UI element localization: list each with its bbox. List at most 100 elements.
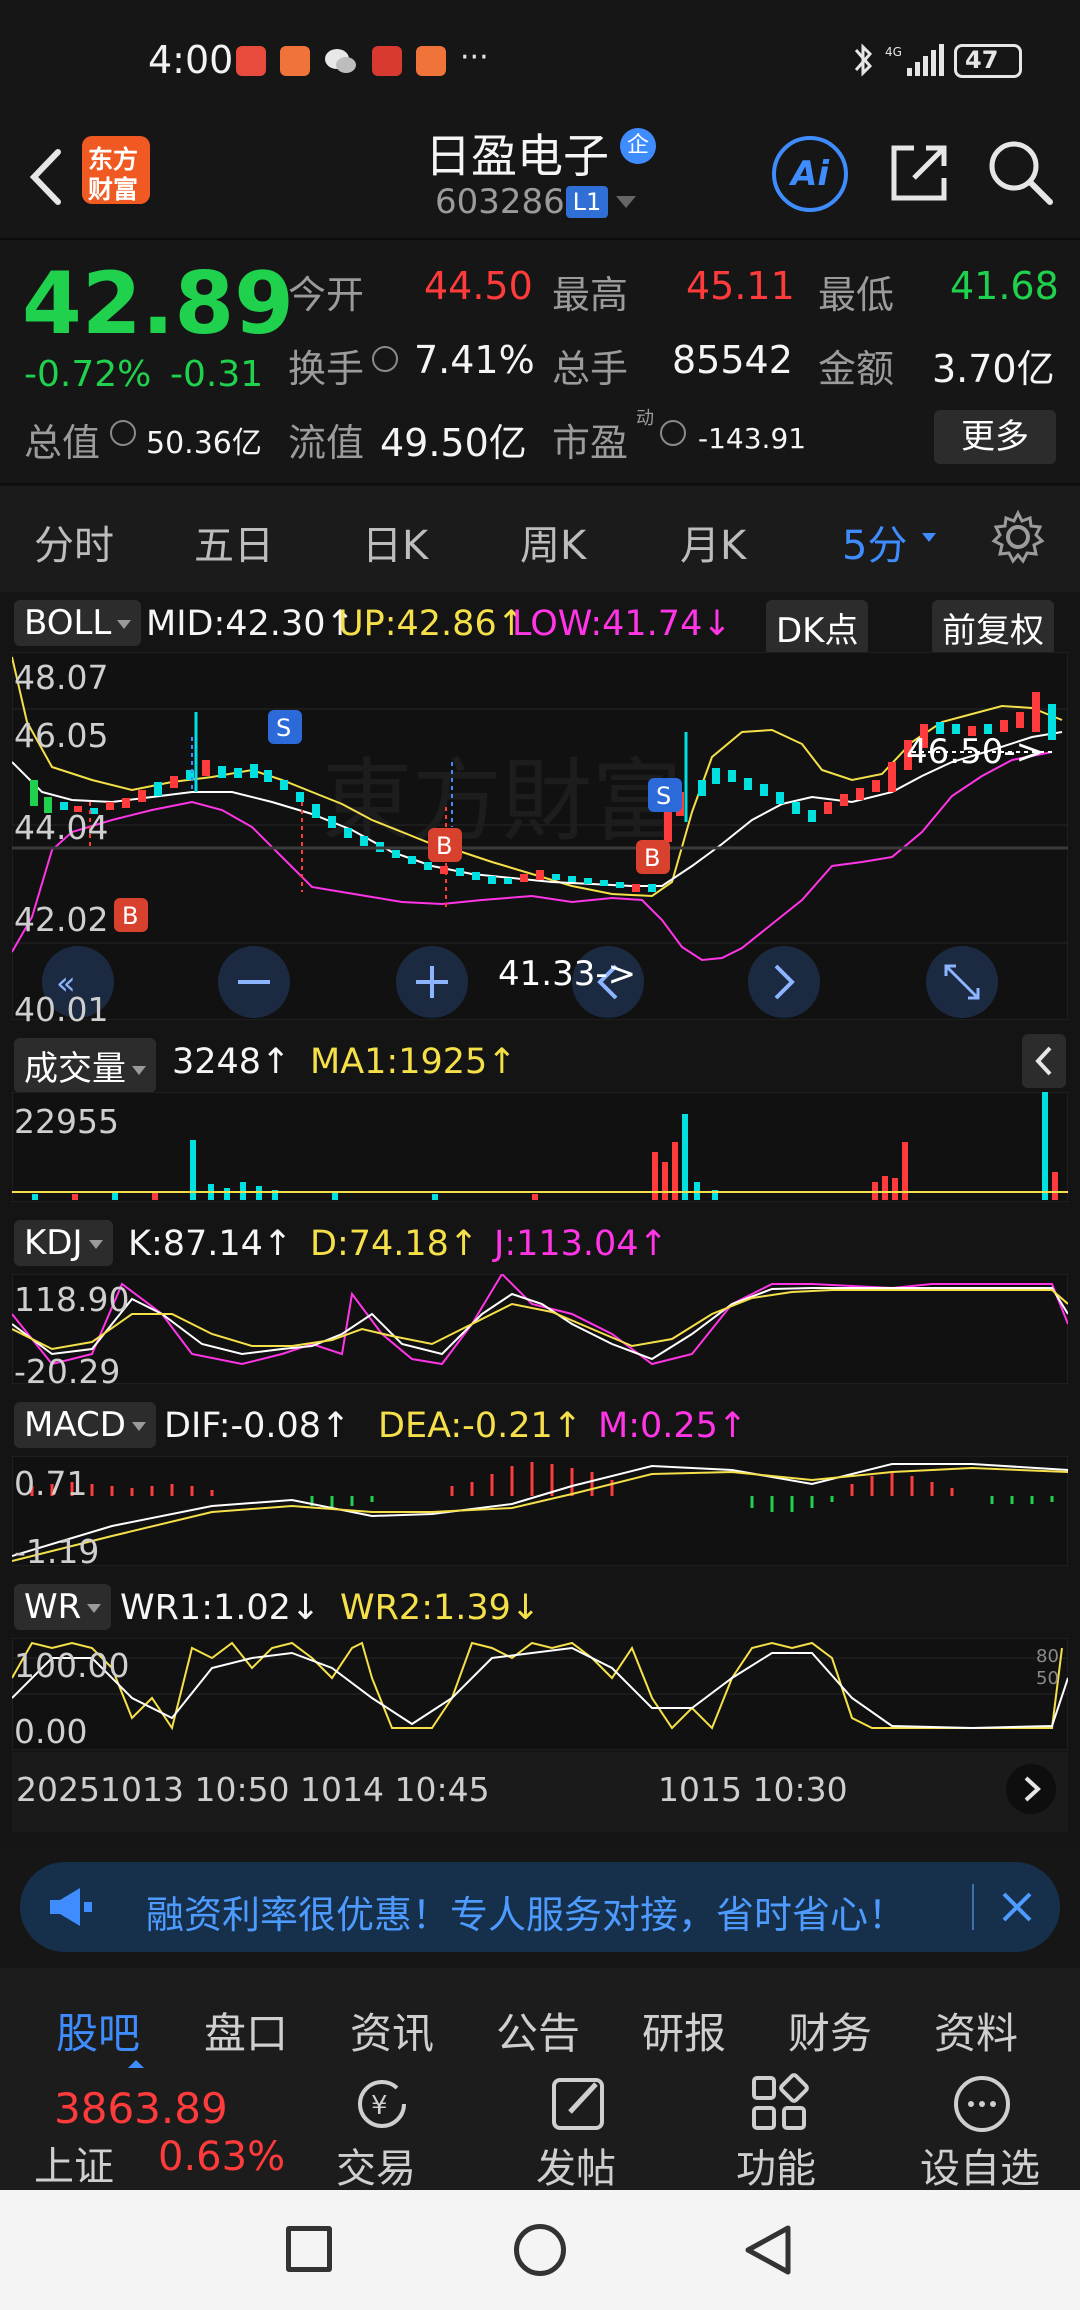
float-label: 流值: [288, 421, 365, 465]
bluetooth-icon: [850, 40, 876, 80]
edit-icon: [552, 2078, 604, 2130]
svg-text:B: B: [644, 844, 660, 872]
wr-wr2: WR2:1.39↓: [340, 1588, 541, 1628]
eastmoney-logo: 东方 财富: [82, 136, 150, 204]
change-pct: -0.72%: [24, 354, 152, 395]
pe-info-icon[interactable]: [660, 420, 686, 446]
low-label: 最低: [818, 273, 895, 317]
search-icon[interactable]: [984, 136, 1056, 208]
volume-ma1: MA1:1925↑: [310, 1042, 517, 1082]
notify2-app-icon: [416, 46, 446, 76]
mktcap-value: 50.36亿: [146, 426, 262, 461]
kdj-k: K:87.14↑: [128, 1224, 293, 1264]
trade-button[interactable]: ¥ 交易: [334, 2068, 434, 2192]
info-icon[interactable]: [372, 346, 398, 372]
time-axis: 20251013 10:50 1014 10:45 1015 10:30: [12, 1752, 1068, 1832]
watchlist-label: 设自选: [920, 2146, 1040, 2192]
wr-50-label: 50: [1036, 1668, 1059, 1689]
banner-divider: [972, 1884, 974, 1930]
dk-point-button[interactable]: DK点: [766, 600, 869, 655]
kdj-d: D:74.18↑: [310, 1224, 479, 1264]
tab-announcement[interactable]: 公告: [496, 2000, 580, 2061]
system-navigation-bar: [0, 2190, 1080, 2310]
macd-m: M:0.25↑: [598, 1406, 748, 1446]
settings-gear-icon[interactable]: [990, 509, 1046, 565]
index-value: 3863.89: [54, 2084, 228, 2133]
zoom-in-control: [396, 946, 468, 1018]
back-nav-icon[interactable]: [740, 2222, 796, 2278]
more-button[interactable]: 更多: [934, 410, 1056, 464]
fullscreen-control: [926, 946, 998, 1018]
stock-name: 日盈电子: [425, 129, 609, 183]
price-axis-3: 44.04: [14, 808, 109, 847]
promo-banner[interactable]: 融资利率很优惠！专人服务对接，省时省心！: [20, 1862, 1060, 1952]
kdj-top-label: 118.90: [14, 1280, 130, 1319]
huawei-app-icon: [236, 46, 266, 76]
change-value: -0.31: [170, 354, 264, 395]
volume-label: 总手: [552, 347, 629, 391]
svg-text:S: S: [656, 782, 671, 810]
wr-bottom-label: 0.00: [14, 1712, 88, 1751]
kdj-selector[interactable]: KDJ: [14, 1220, 113, 1266]
collapse-panel-button[interactable]: [1022, 1034, 1066, 1088]
back-icon[interactable]: [22, 142, 70, 212]
function-button[interactable]: 功能: [734, 2068, 834, 2192]
tab-daily[interactable]: 日K: [362, 513, 428, 571]
tab-profile[interactable]: 资料: [934, 2000, 1018, 2061]
ai-button[interactable]: Ai: [772, 136, 848, 212]
index-name: 上证: [34, 2144, 114, 2190]
tab-pankou[interactable]: 盘口: [204, 2000, 288, 2061]
adjust-button[interactable]: 前复权: [932, 600, 1054, 655]
trade-label: 交易: [336, 2146, 416, 2192]
tab-5min[interactable]: 5分: [842, 513, 907, 571]
price-axis-5: 40.01: [14, 990, 109, 1029]
trade-icon: ¥: [358, 2080, 406, 2128]
tab-guba[interactable]: 股吧: [56, 2000, 140, 2061]
play-forward-icon[interactable]: [1006, 1764, 1056, 1814]
turnover-value: 7.41%: [414, 338, 535, 382]
macd-selector[interactable]: MACD: [14, 1402, 156, 1448]
add-watchlist-button[interactable]: 设自选: [918, 2068, 1058, 2192]
mktcap-label: 总值: [24, 421, 101, 465]
post-button[interactable]: 发帖: [534, 2068, 634, 2192]
volume-max-label: 22955: [14, 1102, 119, 1141]
price-axis-1: 48.07: [14, 658, 109, 697]
open-label: 今开: [288, 273, 365, 317]
amount-label: 金额: [818, 347, 895, 391]
recent-apps-icon[interactable]: [286, 2226, 332, 2272]
close-icon[interactable]: [992, 1882, 1042, 1932]
promo-text: 融资利率很优惠！专人服务对接，省时省心！: [146, 1893, 907, 1937]
signal-b-marker-1: B: [114, 898, 148, 932]
level-badge[interactable]: L1: [566, 186, 608, 218]
logo-line2: 财富: [88, 175, 139, 204]
level-dropdown-icon[interactable]: [616, 196, 636, 208]
time-label-1: 20251013 10:50: [16, 1770, 290, 1809]
post-label: 发帖: [536, 2146, 616, 2192]
tab-news[interactable]: 资讯: [350, 2000, 434, 2061]
tab-weekly[interactable]: 周K: [520, 513, 586, 571]
home-icon[interactable]: [514, 2224, 566, 2276]
macd-top-label: 0.71: [14, 1464, 88, 1503]
tab-5day[interactable]: 五日: [194, 513, 274, 571]
low-value: 41.68: [950, 264, 1059, 308]
tab-monthly[interactable]: 月K: [680, 513, 746, 571]
macd-chart: [12, 1456, 1068, 1566]
open-value: 44.50: [424, 264, 533, 308]
tab-finance[interactable]: 财务: [788, 2000, 872, 2061]
price-axis-4: 42.02: [14, 900, 109, 939]
svg-text:¥: ¥: [371, 2091, 388, 2121]
status-time: 4:00: [148, 38, 234, 82]
tab-research[interactable]: 研报: [642, 2000, 726, 2061]
wr-selector[interactable]: WR: [14, 1584, 112, 1630]
period-dropdown-icon[interactable]: [922, 533, 936, 542]
boll-selector[interactable]: BOLL: [14, 600, 142, 646]
mktcap-info-icon[interactable]: [110, 420, 136, 446]
function-label: 功能: [736, 2146, 816, 2192]
time-label-2: 1014 10:45: [300, 1770, 490, 1809]
macd-dea: DEA:-0.21↑: [378, 1406, 583, 1446]
index-ticker[interactable]: 3863.89 上证 0.63%: [0, 2068, 300, 2190]
volume-selector[interactable]: 成交量: [14, 1038, 156, 1093]
tab-intraday[interactable]: 分时: [34, 513, 114, 571]
share-icon[interactable]: [884, 138, 954, 208]
notify-app-icon: [280, 46, 310, 76]
